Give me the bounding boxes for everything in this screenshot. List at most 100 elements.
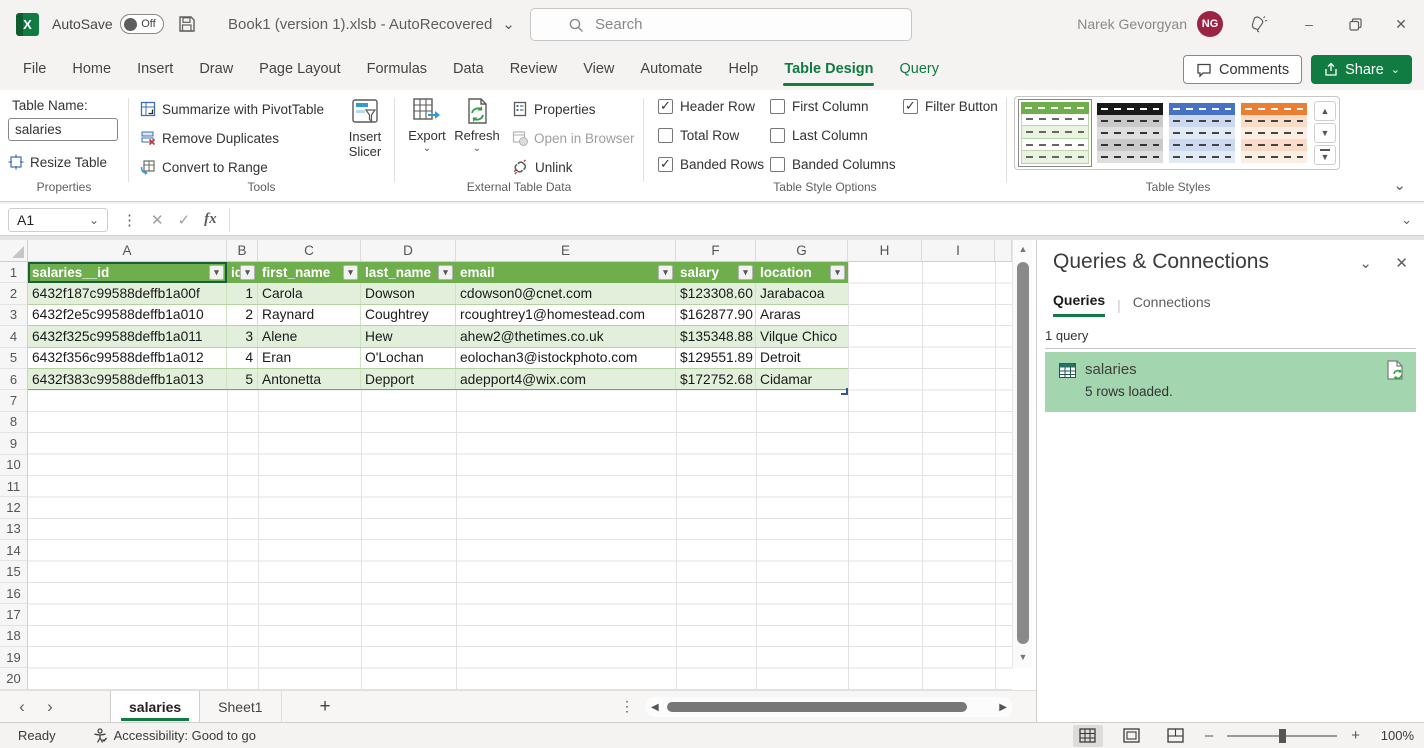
horizontal-scrollbar[interactable]: ◀ ▶ (645, 697, 1013, 717)
banded-columns-checkbox[interactable]: Banded Columns (770, 157, 896, 172)
checkbox-icon[interactable] (658, 99, 673, 114)
cell[interactable]: adepport4@wix.com (456, 369, 676, 389)
zoom-slider[interactable] (1227, 735, 1337, 737)
row-header[interactable]: 8 (0, 412, 28, 433)
filter-button[interactable]: ▾ (209, 265, 224, 280)
convert-to-range-button[interactable]: Convert to Range (140, 155, 268, 179)
table-style-blue[interactable] (1168, 102, 1236, 164)
export-dropdown-icon[interactable]: ⌄ (423, 143, 431, 154)
cell[interactable]: 3 (227, 326, 258, 346)
tab-insert[interactable]: Insert (124, 48, 186, 90)
add-sheet-button[interactable]: + (320, 696, 331, 718)
zoom-level[interactable]: 100% (1374, 728, 1414, 743)
share-button[interactable]: Share ⌄ (1311, 55, 1412, 84)
column-header-g[interactable]: G (756, 240, 848, 262)
cell[interactable]: Raynard (258, 305, 361, 325)
zoom-slider-thumb[interactable] (1279, 729, 1286, 743)
cell[interactable]: $123308.60 (676, 283, 756, 303)
column-header-partial[interactable] (995, 240, 1012, 262)
cell[interactable]: Hew (361, 326, 456, 346)
column-header-f[interactable]: F (676, 240, 756, 262)
collapse-ribbon-icon[interactable]: ⌄ (1393, 176, 1406, 194)
tab-review[interactable]: Review (497, 48, 571, 90)
row-header[interactable]: 5 (0, 348, 28, 369)
table-row[interactable]: 6432f383c99588deffb1a013 5 Antonetta Dep… (28, 369, 848, 390)
share-dropdown-icon[interactable]: ⌄ (1391, 63, 1400, 76)
sheet-tab-sheet1[interactable]: Sheet1 (200, 691, 281, 723)
cell[interactable]: eolochan3@istockphoto.com (456, 348, 676, 368)
table-name-input[interactable] (8, 118, 118, 141)
scrollbar-splitter-icon[interactable]: ⋮ (620, 698, 634, 715)
cell[interactable]: Cidamar (756, 369, 848, 389)
tab-query[interactable]: Query (886, 48, 952, 90)
column-header-h[interactable]: H (848, 240, 922, 262)
normal-view-button[interactable] (1073, 725, 1103, 747)
table-row[interactable]: 6432f325c99588deffb1a011 3 Alene Hew ahe… (28, 326, 848, 347)
table-style-dark[interactable] (1096, 102, 1164, 164)
cell[interactable]: Alene (258, 326, 361, 346)
comments-button[interactable]: Comments (1183, 55, 1302, 84)
query-list-item[interactable]: salaries 5 rows loaded. (1045, 352, 1416, 412)
row-header[interactable]: 19 (0, 647, 28, 668)
cell[interactable]: O'Lochan (361, 348, 456, 368)
excel-logo-icon[interactable]: X (16, 13, 39, 36)
cell[interactable]: 4 (227, 348, 258, 368)
table-styles-gallery[interactable]: ▲ ▼ ▼ (1014, 96, 1340, 170)
cell[interactable]: Coughtrey (361, 305, 456, 325)
next-sheet-button[interactable]: › (36, 697, 64, 717)
select-all-corner[interactable] (0, 240, 28, 262)
cell[interactable]: 2 (227, 305, 258, 325)
zoom-in-button[interactable]: + (1351, 727, 1360, 744)
cell[interactable]: $162877.90 (676, 305, 756, 325)
cell[interactable]: Antonetta (258, 369, 361, 389)
cell[interactable]: $129551.89 (676, 348, 756, 368)
cell[interactable]: Carola (258, 283, 361, 303)
panel-dropdown-icon[interactable]: ⌄ (1359, 254, 1372, 272)
column-header-b[interactable]: B (227, 240, 258, 262)
last-column-checkbox[interactable]: Last Column (770, 128, 868, 143)
gallery-more-button[interactable]: ▼ (1314, 145, 1336, 165)
summarize-pivottable-button[interactable]: Summarize with PivotTable (140, 97, 324, 121)
tab-draw[interactable]: Draw (186, 48, 246, 90)
cell[interactable]: 6432f356c99588deffb1a012 (28, 348, 227, 368)
cell[interactable]: Dowson (361, 283, 456, 303)
prev-sheet-button[interactable]: ‹ (8, 697, 36, 717)
banded-rows-checkbox[interactable]: Banded Rows (658, 157, 764, 172)
checkbox-icon[interactable] (903, 99, 918, 114)
row-header[interactable]: 1 (0, 262, 28, 283)
panel-tab-queries[interactable]: Queries (1053, 292, 1105, 317)
table-style-green[interactable] (1018, 99, 1092, 167)
refresh-dropdown-icon[interactable]: ⌄ (473, 143, 481, 154)
row-header[interactable]: 9 (0, 433, 28, 454)
close-button[interactable]: ✕ (1378, 0, 1424, 48)
row-header[interactable]: 13 (0, 519, 28, 540)
cell[interactable]: Jarabacoa (756, 283, 848, 303)
cell[interactable]: 6432f187c99588deffb1a00f (28, 283, 227, 303)
gallery-scroll-up-button[interactable]: ▲ (1314, 101, 1336, 121)
row-header[interactable]: 2 (0, 283, 28, 304)
cell[interactable]: Depport (361, 369, 456, 389)
cell[interactable]: ahew2@thetimes.co.uk (456, 326, 676, 346)
checkbox-icon[interactable] (658, 128, 673, 143)
filter-button[interactable]: ▾ (438, 265, 453, 280)
column-header-c[interactable]: C (258, 240, 361, 262)
table-resize-handle-icon[interactable] (841, 388, 848, 395)
scroll-up-icon[interactable]: ▲ (1013, 240, 1033, 258)
cell[interactable]: 6432f325c99588deffb1a011 (28, 326, 227, 346)
column-header-i[interactable]: I (922, 240, 995, 262)
column-header-d[interactable]: D (361, 240, 456, 262)
accessibility-status[interactable]: Accessibility: Good to go (92, 728, 256, 744)
user-name[interactable]: Narek Gevorgyan (1077, 16, 1187, 32)
tab-data[interactable]: Data (440, 48, 497, 90)
query-refresh-file-icon[interactable] (1386, 360, 1404, 380)
filter-button[interactable]: ▾ (830, 265, 845, 280)
row-header[interactable]: 12 (0, 497, 28, 518)
filter-button[interactable]: ▾ (240, 265, 255, 280)
row-header[interactable]: 6 (0, 369, 28, 390)
first-column-checkbox[interactable]: First Column (770, 99, 869, 114)
table-row[interactable]: 6432f187c99588deffb1a00f 1 Carola Dowson… (28, 283, 848, 304)
cell[interactable]: $172752.68 (676, 369, 756, 389)
row-header[interactable]: 3 (0, 305, 28, 326)
avatar[interactable]: NG (1197, 11, 1223, 37)
remove-duplicates-button[interactable]: Remove Duplicates (140, 126, 279, 150)
